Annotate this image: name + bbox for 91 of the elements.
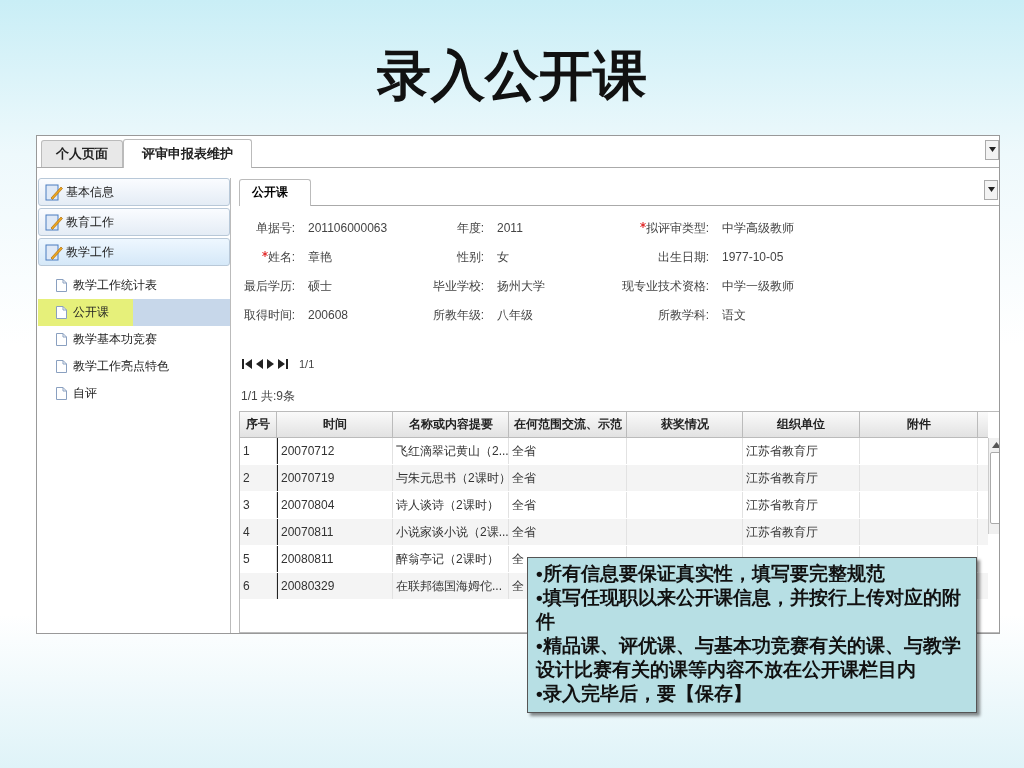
table-cell: 江苏省教育厅 [743, 492, 860, 518]
record-count: 1/1 共:9条 [240, 388, 297, 405]
notepad-pencil-icon [45, 213, 63, 231]
table-cell: 江苏省教育厅 [743, 465, 860, 491]
document-icon [56, 306, 67, 319]
table-cell: 2 [240, 465, 277, 491]
field-value: 1977-10-05 [722, 249, 785, 266]
field-value: 语文 [722, 307, 747, 324]
notepad-pencil-icon [45, 243, 63, 261]
field-value: 女 [497, 249, 510, 266]
field-label: 现专业技术资格: [621, 278, 709, 294]
next-page-icon[interactable] [266, 358, 275, 370]
field-label: 取得时间: [243, 307, 295, 323]
table-cell: 全省 [509, 492, 627, 518]
table-cell: 6 [240, 573, 277, 599]
field-value: 2011 [497, 220, 524, 237]
field-label: 姓名: [267, 249, 295, 265]
field-value: 中学一级教师 [722, 278, 795, 295]
field-value: 硕士 [308, 278, 333, 295]
table-cell: 5 [240, 546, 277, 572]
field-label: 所教学科: [657, 307, 709, 323]
table-cell: 醉翁亭记（2课时） [393, 546, 509, 572]
table-cell: 江苏省教育厅 [743, 519, 860, 545]
note-text: •录入完毕后，要【保存】 [536, 682, 753, 706]
previous-page-icon[interactable] [255, 358, 264, 370]
field-label: 性别: [456, 249, 484, 265]
column-header[interactable]: 组织单位 [743, 412, 860, 437]
field-label: 单据号: [255, 220, 295, 236]
dropdown-button[interactable] [985, 139, 999, 160]
first-page-icon[interactable] [241, 358, 253, 370]
caret-icon [987, 187, 995, 192]
table-cell: 诗人谈诗（2课时） [393, 492, 509, 518]
field-label: 年度: [456, 220, 484, 236]
field-label: 出生日期: [657, 249, 709, 265]
table-cell: 全省 [509, 519, 627, 545]
tree-item[interactable]: 教学基本功竞赛 [38, 326, 230, 353]
page-indicator: 1/1 [299, 358, 315, 370]
document-icon [56, 279, 67, 292]
field-label: 最后学历: [243, 278, 295, 294]
field-value: 201106000063 [308, 220, 389, 237]
table-cell: 20070804 [277, 492, 393, 518]
scroll-up-icon[interactable] [991, 442, 999, 448]
last-page-icon[interactable] [277, 358, 289, 370]
field-value: 八年级 [497, 307, 534, 324]
tree-item[interactable]: 教学工作亮点特色 [38, 353, 230, 380]
column-header[interactable]: 时间 [277, 412, 393, 437]
table-cell: 1 [240, 438, 277, 464]
tree-item[interactable]: 教学工作统计表 [38, 272, 230, 299]
table-cell: 20070811 [277, 519, 393, 545]
table-cell: 20080329 [277, 573, 393, 599]
tab[interactable]: 评审申报表维护 [123, 139, 252, 168]
document-icon [56, 333, 67, 346]
table-cell: 与朱元思书（2课时） [393, 465, 509, 491]
note-text: •精品课、评优课、与基本功竞赛有关的课、与教学设计比赛有关的课等内容不放在公开课栏目内 [536, 634, 962, 682]
column-header[interactable]: 在何范围交流、示范 [509, 412, 627, 437]
column-header[interactable]: 附件 [860, 412, 978, 437]
tab[interactable]: 个人页面 [41, 140, 123, 167]
table-cell: 全省 [509, 465, 627, 491]
field-label: 所教年级: [432, 307, 484, 323]
column-header[interactable]: 获奖情况 [627, 412, 743, 437]
document-icon [56, 360, 67, 373]
slide-title: 录入公开课 [377, 48, 647, 102]
accordion-header[interactable]: 教育工作 [38, 208, 230, 236]
document-icon [56, 387, 67, 400]
accordion-header[interactable]: 基本信息 [38, 178, 230, 206]
table-cell: 在联邦德国海姆佗... [393, 573, 509, 599]
field-value: 200608 [308, 307, 350, 324]
caret-icon [988, 147, 996, 152]
field-label: 拟评审类型: [645, 220, 709, 236]
accordion-header[interactable]: 教学工作 [38, 238, 230, 266]
notepad-pencil-icon [45, 183, 63, 201]
table-cell: 江苏省教育厅 [743, 438, 860, 464]
field-value: 中学高级教师 [722, 220, 795, 237]
table-cell: 4 [240, 519, 277, 545]
table-cell: 3 [240, 492, 277, 518]
tree-item[interactable]: 自评 [38, 380, 230, 407]
tree-item[interactable]: 公开课 [38, 299, 230, 326]
field-value: 章艳 [308, 249, 333, 266]
column-header[interactable]: 序号 [240, 412, 277, 437]
scrollbar[interactable] [988, 438, 999, 534]
field-label: 毕业学校: [432, 278, 484, 294]
table-cell: 20080811 [277, 546, 393, 572]
table-cell: 飞红滴翠记黄山（2... [393, 438, 509, 464]
table-cell: 20070712 [277, 438, 393, 464]
table-cell: 20070719 [277, 465, 393, 491]
dropdown-button[interactable] [984, 179, 998, 200]
table-cell: 全省 [509, 438, 627, 464]
content-tab[interactable]: 公开课 [239, 179, 311, 206]
table-cell: 小说家谈小说（2课... [393, 519, 509, 545]
field-value: 扬州大学 [497, 278, 546, 295]
column-header[interactable]: 名称或内容提要 [393, 412, 509, 437]
